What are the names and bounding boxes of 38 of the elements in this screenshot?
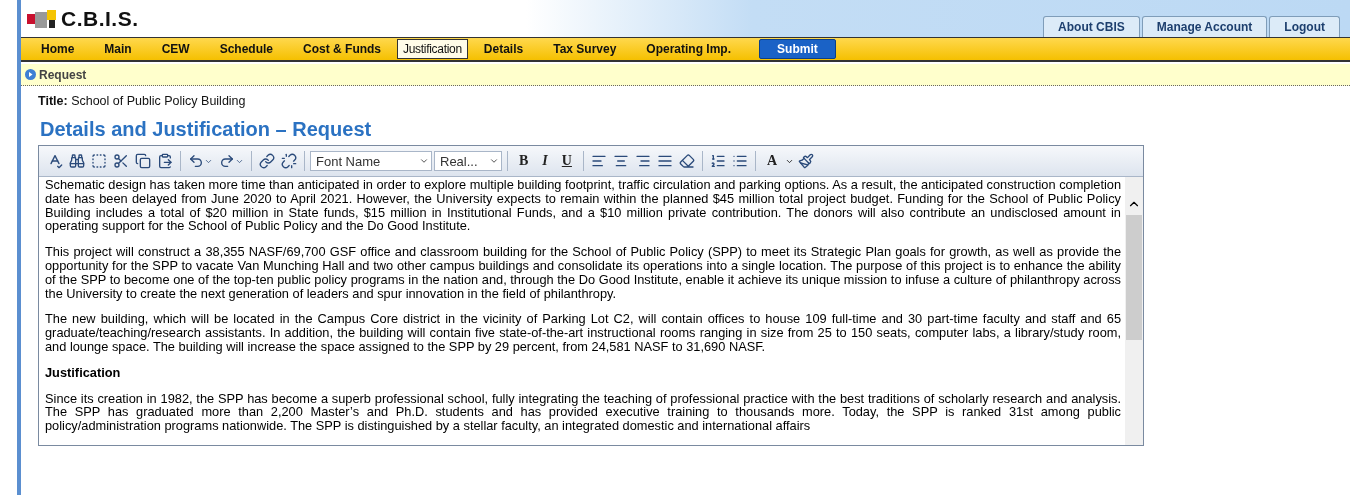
scrollbar[interactable] — [1125, 177, 1143, 445]
select-all-icon[interactable] — [89, 152, 109, 170]
menu-tab[interactable]: Home — [27, 39, 89, 59]
font-name-select[interactable]: Font Name — [310, 151, 432, 171]
underline-button[interactable]: U — [555, 153, 578, 169]
caret-icon — [419, 156, 429, 166]
nav-link[interactable]: About CBIS — [1043, 16, 1140, 37]
menu-tab[interactable]: Cost & Funds — [289, 39, 396, 59]
page-heading: Details and Justification – Request — [40, 118, 373, 141]
paragraph: This project will construct a 38,355 NASF/69,700 GSF office and classroom building for the School of Public Policy (SPP) to meet its Strategic Plan goals for growth, as well as provide the opportunity for the SPP to vacate Van Munching Hall and two other campus buildings and consolidate its operations into a single location. The purpose of this project is to enhance the ability of the SPP to become one of the top-ten public policy programs in the nation and, through the Do Good Institute, enable it achieve its unique mission to infuse a culture of philanthropy across the University to create the next generation of leaders and spur innovation in the field of philanthropy. — [45, 245, 1121, 301]
font-color-button[interactable]: A — [760, 153, 784, 169]
project-title: Title: School of Public Policy Building — [38, 94, 247, 108]
bold-button[interactable]: B — [513, 153, 535, 169]
menu-tab[interactable]: Main — [90, 39, 146, 59]
breadcrumb: Request — [39, 67, 87, 82]
section-heading: Justification — [45, 365, 122, 380]
menu-tab[interactable]: Details — [469, 39, 538, 59]
unlink-icon[interactable] — [279, 152, 299, 170]
caret-icon — [489, 156, 499, 166]
binoculars-icon[interactable] — [67, 152, 87, 170]
logo-icon — [27, 8, 57, 30]
italic-button[interactable]: I — [536, 153, 554, 169]
paragraph: The new building, which will be located in the Campus Core district in the vicinity of Parking Lot C2, will contain offices to house 109 full-time and 30 part-time faculty and staff and 65 graduate/teaching/research assistants. In addition, the building will contain five state-of-the-art instructional rooms ranging in size from 25 to 150 seats, computer labs, a library/study room, and lounge space. The building will increase the space assigned to the SPP by 29 percent, from 24,581 NASF to 31,690 NASF. — [45, 312, 1121, 354]
link-icon[interactable] — [257, 152, 277, 170]
menu-tab[interactable]: Tax Survey — [539, 39, 631, 59]
font-size-select[interactable]: Real... — [434, 151, 502, 171]
nav-link[interactable]: Manage Account — [1141, 16, 1268, 37]
menu-tab[interactable]: Schedule — [205, 39, 288, 59]
paragraph: Since its creation in 1982, the SPP has become a superb professional school, fully integrating the teaching of professional practice with the best traditions of scholarly research and analysis. The SPP has graduated more than 2,200 Master’s and Ph.D. students and has provided executive training to thousands more. Today, the SPP is ranked 31st among public policy/administration programs nationwide. The SPP is distinguished by a stellar faculty, an integrated domestic and international affairs — [45, 391, 1121, 433]
copy-icon[interactable] — [133, 152, 153, 170]
menu-tab[interactable]: Operating Imp. — [632, 39, 746, 59]
menu-tab[interactable]: Justification — [397, 39, 468, 59]
arrow-circle-icon — [25, 69, 36, 80]
app-title: C.B.I.S. — [61, 7, 139, 31]
nav-link[interactable]: Logout — [1269, 16, 1340, 37]
paragraph: Schematic design has taken more time than anticipated in order to explore multiple building footprint, traffic circulation and parking options. As a result, the anticipated construction completion date has been delayed from June 2020 to April 2021. However, the University expects to remain within the planned $45 million total project budget. Funding for the School of Public Policy Building includes a total of $20 million in State funds, $15 million in Institutional Funds, and a $10 million private contribution. The donors will also contribute an undisclosed amount in operating support for the School of Public Policy and the Do Good Institute. — [45, 178, 1121, 234]
submit-button[interactable]: Submit — [759, 39, 836, 59]
menu-tab[interactable]: CEW — [147, 39, 204, 59]
